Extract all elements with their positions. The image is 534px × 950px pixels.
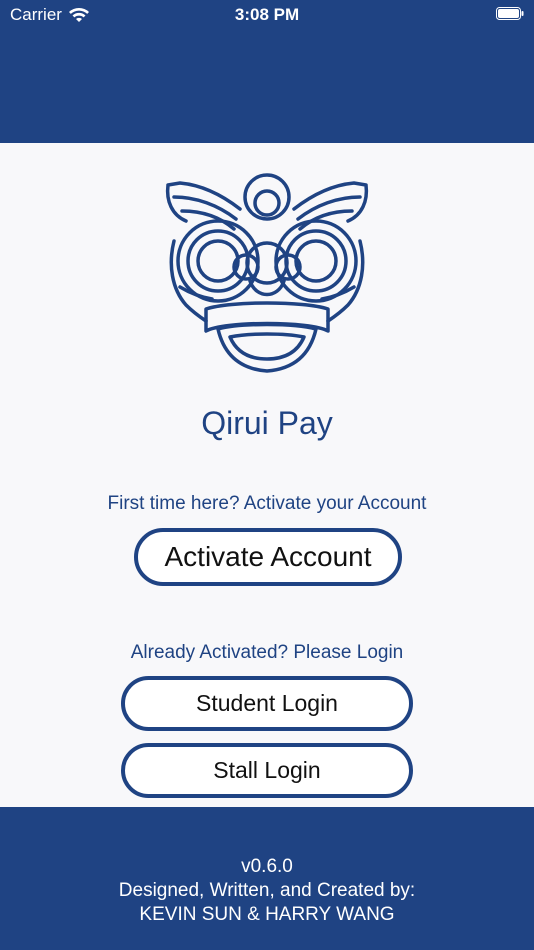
authors-line: KEVIN SUN & HARRY WANG	[139, 904, 395, 925]
footer-credits: v0.6.0 Designed, Written, and Created by…	[0, 855, 534, 927]
status-time: 3:08 PM	[234, 5, 300, 24]
activation-prompt: First time here? Activate your Account	[107, 493, 427, 514]
activate-account-button[interactable]: Activate Account	[134, 528, 402, 586]
version-label: v0.6.0	[241, 856, 293, 877]
main-content: Qirui Pay First time here? Activate your…	[0, 143, 534, 807]
app-name-title: Qirui Pay	[201, 405, 333, 441]
student-login-button-label: Student Login	[196, 690, 338, 716]
credit-line: Designed, Written, and Created by:	[118, 880, 416, 901]
stall-login-button-label: Stall Login	[213, 757, 321, 783]
stall-login-button[interactable]: Stall Login	[121, 743, 413, 798]
battery-icon	[496, 7, 524, 20]
activate-account-button-label: Activate Account	[164, 541, 372, 572]
lion-dance-logo-icon	[165, 173, 369, 373]
student-login-button[interactable]: Student Login	[121, 676, 413, 731]
login-prompt: Already Activated? Please Login	[130, 642, 404, 663]
footer: v0.6.0 Designed, Written, and Created by…	[0, 807, 534, 950]
status-bar: Carrier 3:08 PM	[0, 0, 534, 32]
top-header-bar: Carrier 3:08 PM	[0, 0, 534, 143]
